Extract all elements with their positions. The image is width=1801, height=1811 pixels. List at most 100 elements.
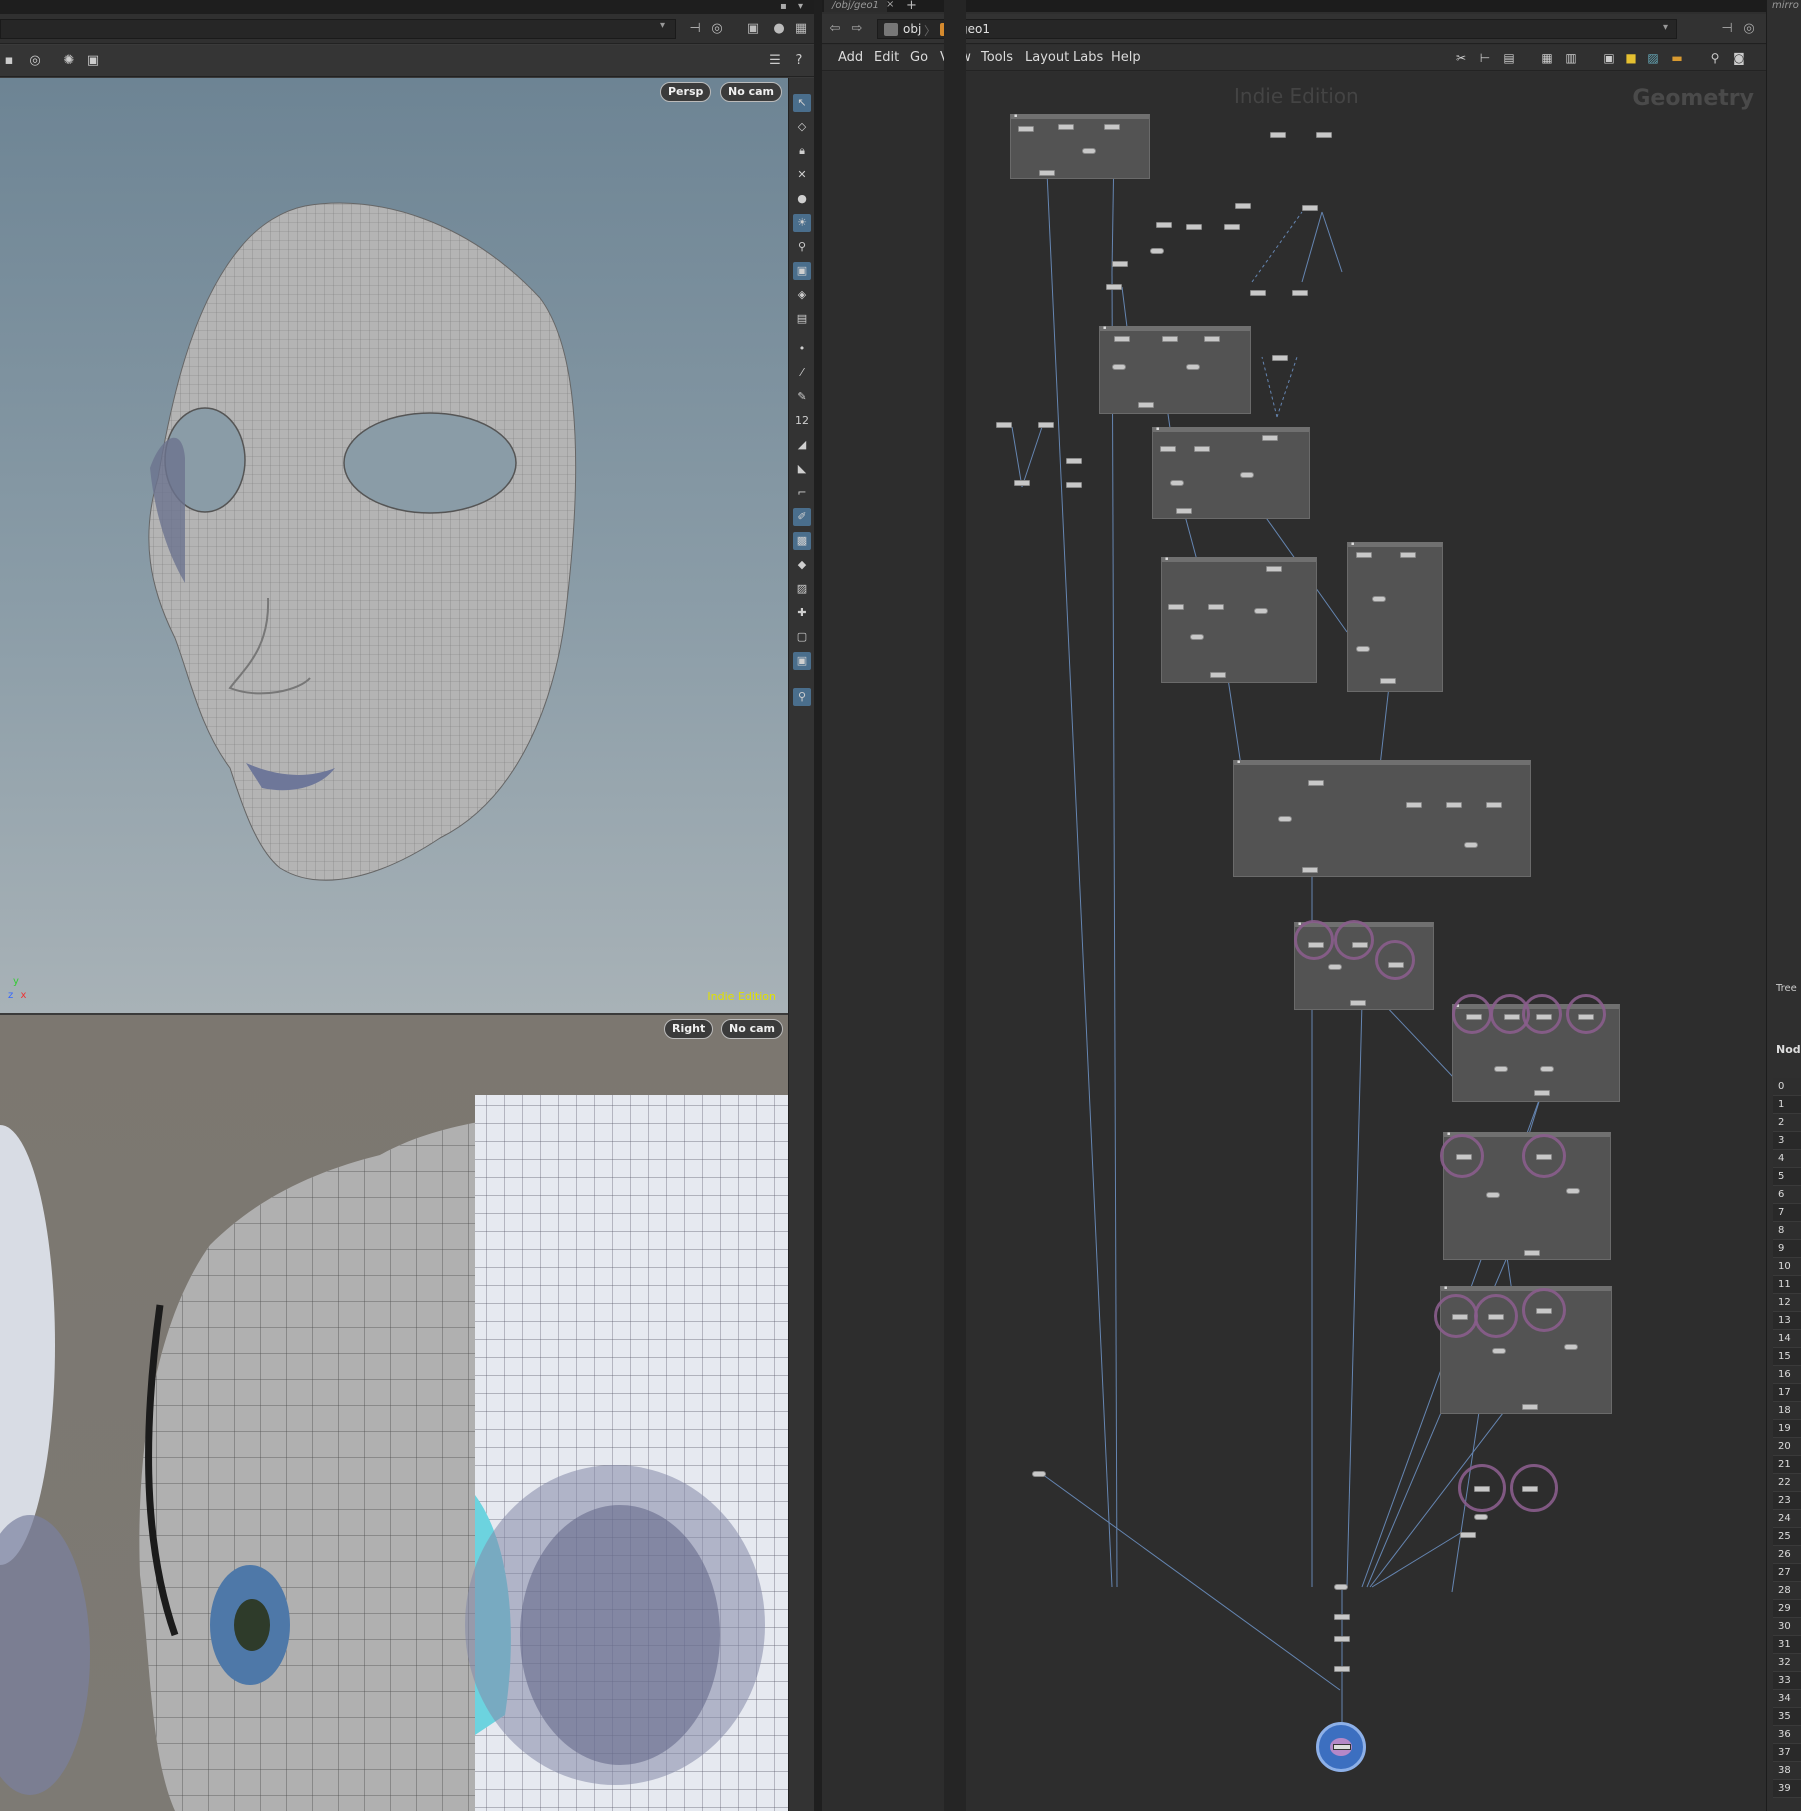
dot-icon[interactable]: ▬ [1668,49,1686,67]
menu-edit[interactable]: Edit [874,50,899,65]
merge-node[interactable] [1254,608,1268,614]
merge-node[interactable] [1486,1192,1500,1198]
node-column-header[interactable]: Node [1776,1043,1801,1056]
close-icon[interactable]: ✕ [793,166,811,184]
spreadsheet-row[interactable]: 8 [1773,1222,1801,1240]
pane-dropdown-icon[interactable]: ▾ [798,1,803,12]
menu-go[interactable]: Go [910,50,928,65]
merge-node[interactable] [1334,1584,1348,1590]
light-icon[interactable]: ☀ [793,214,811,232]
spreadsheet-row[interactable]: 14 [1773,1330,1801,1348]
right-camera-menu[interactable]: No cam [721,1019,783,1039]
spreadsheet-row[interactable]: 27 [1773,1564,1801,1582]
network-box[interactable]: ▪ [1152,426,1310,519]
new-tab-icon[interactable]: + [906,0,917,13]
sop-node[interactable] [1235,203,1251,209]
spreadsheet-row[interactable]: 0 [1773,1078,1801,1096]
spreadsheet-row[interactable]: 37 [1773,1744,1801,1762]
corner-icon[interactable]: ⌐ [793,484,811,502]
sop-node[interactable] [1038,422,1054,428]
pin-icon[interactable]: ⊣ [686,20,704,38]
network-box-icon[interactable]: ▣ [1600,49,1618,67]
spreadsheet-row[interactable]: 6 [1773,1186,1801,1204]
forward-icon[interactable]: ⇨ [848,20,866,38]
spreadsheet-row[interactable]: 16 [1773,1366,1801,1384]
breadcrumb-dropdown-icon[interactable]: ▾ [1663,22,1668,33]
sop-node[interactable] [1138,402,1154,408]
sop-node[interactable] [1160,446,1176,452]
merge-node[interactable] [1190,634,1204,640]
sop-node[interactable] [1400,552,1416,558]
spreadsheet-row[interactable]: 2 [1773,1114,1801,1132]
texture-icon[interactable]: ▩ [793,532,811,550]
spreadsheet-row[interactable]: 13 [1773,1312,1801,1330]
wrench-icon[interactable]: ✂ [1452,49,1470,67]
snap-icon[interactable]: ◎ [26,52,44,70]
spreadsheet-row[interactable]: 10 [1773,1258,1801,1276]
tint-icon[interactable]: ◢ [793,436,811,454]
sculpt-icon[interactable]: ✐ [793,508,811,526]
pen-icon[interactable]: ✎ [793,388,811,406]
spreadsheet-row[interactable]: 17 [1773,1384,1801,1402]
sop-node[interactable] [1334,1636,1350,1642]
help-icon[interactable]: ? [790,52,808,70]
merge-node[interactable] [1474,1514,1488,1520]
merge-node[interactable] [1032,1471,1046,1477]
viewport-path-field[interactable] [0,19,676,39]
sop-node[interactable] [1066,458,1082,464]
tree-view-label[interactable]: Tree [1776,983,1797,994]
sphere-icon[interactable]: ● [793,190,811,208]
spreadsheet-row[interactable]: 23 [1773,1492,1801,1510]
sop-node[interactable] [1486,802,1502,808]
camera-icon[interactable]: ◙ [1730,49,1748,67]
sop-node[interactable] [1522,1404,1538,1410]
pin-icon[interactable]: ⊣ [1718,20,1736,38]
spreadsheet-row[interactable]: 12 [1773,1294,1801,1312]
tab-obj-geo1[interactable]: /obj/geo1 [824,0,887,12]
spreadsheet-row[interactable]: 35 [1773,1708,1801,1726]
network-box[interactable]: ▪ [1010,113,1150,179]
spreadsheet-tab-title[interactable]: mirro [1772,0,1799,11]
merge-node[interactable] [1112,364,1126,370]
spreadsheet-row[interactable]: 24 [1773,1510,1801,1528]
merge-node[interactable] [1540,1066,1554,1072]
sop-node[interactable] [1014,480,1030,486]
perspective-viewport[interactable]: Persp No cam y z x Indie Edition [0,78,788,1013]
merge-node[interactable] [1186,364,1200,370]
camera-icon[interactable]: ▣ [793,262,811,280]
grid-list-icon[interactable]: ▥ [1562,49,1580,67]
select-tool-icon[interactable]: ↖ [793,94,811,112]
spreadsheet-row[interactable]: 26 [1773,1546,1801,1564]
spreadsheet-row[interactable]: 22 [1773,1474,1801,1492]
cube-icon[interactable]: ▤ [793,310,811,328]
merge-node[interactable] [1328,964,1342,970]
merge-node[interactable] [1464,842,1478,848]
merge-node[interactable] [1240,472,1254,478]
sop-node[interactable] [1208,604,1224,610]
sop-node[interactable] [1270,132,1286,138]
sop-node[interactable] [1194,446,1210,452]
sop-node[interactable] [1168,604,1184,610]
sop-node[interactable] [1250,290,1266,296]
sop-node[interactable] [1224,224,1240,230]
sop-node[interactable] [1262,435,1278,441]
network-box[interactable]: ▪ [1347,541,1443,692]
merge-node[interactable] [1494,1066,1508,1072]
pose-icon[interactable]: ◈ [793,286,811,304]
visualizer-icon[interactable]: ✺ [60,52,78,70]
spreadsheet-row[interactable]: 31 [1773,1636,1801,1654]
merge-node[interactable] [1566,1188,1580,1194]
sop-node[interactable] [1272,355,1288,361]
display-list-icon[interactable]: ☰ [766,52,784,70]
sop-node[interactable] [1018,126,1034,132]
spreadsheet-row[interactable]: 20 [1773,1438,1801,1456]
sop-node[interactable] [1156,222,1172,228]
spreadsheet-row[interactable]: 9 [1773,1240,1801,1258]
output-display-node[interactable] [1316,1722,1366,1772]
sop-node[interactable] [1112,261,1128,267]
merge-node[interactable] [1356,646,1370,652]
paint-icon[interactable]: ◣ [793,460,811,478]
sop-node[interactable] [1176,508,1192,514]
pane-menu-icon[interactable]: ▪ [780,1,787,12]
sop-node[interactable] [1066,482,1082,488]
